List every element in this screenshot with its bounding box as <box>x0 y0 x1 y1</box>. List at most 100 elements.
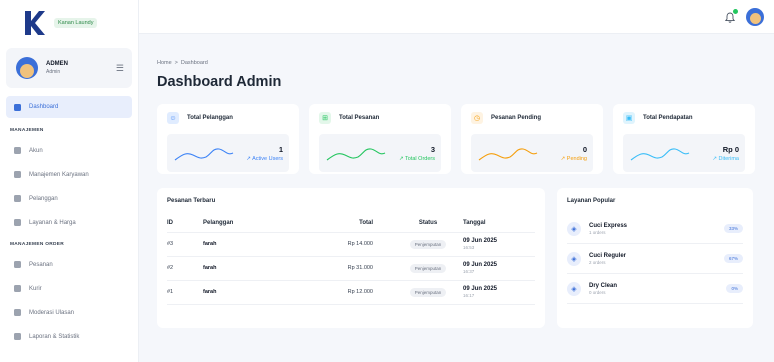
sidebar-nav: Dashboard MANAJEMEN Akun Manajemen Karya… <box>6 96 132 346</box>
order-time: 16:37 <box>463 269 475 274</box>
box-icon: ◈ <box>567 251 581 266</box>
sidebar-item-label: Dashboard <box>29 104 59 110</box>
users-icon <box>14 195 21 202</box>
sparkline <box>630 148 690 161</box>
percentage-badge: 67% <box>723 254 743 263</box>
sidebar-item-laporan[interactable]: Laporan & Statistik <box>6 327 132 346</box>
status-badge: Penjemputan <box>409 287 447 297</box>
sidebar-item-label: Pesanan <box>29 261 53 268</box>
notification-badge <box>732 7 739 15</box>
panel-title: Layanan Popular <box>567 198 616 204</box>
id-card-icon <box>14 171 21 178</box>
dashboard-icon <box>14 103 21 111</box>
stat-value: Rp 0 <box>722 144 739 154</box>
nav-section-management: MANAJEMEN <box>10 128 44 133</box>
stat-subtitle: ↗ Active Users <box>246 155 283 162</box>
order-id: #3 <box>167 232 203 257</box>
box-icon: ◈ <box>567 281 581 296</box>
sidebar-item-kurir[interactable]: Kurir <box>6 279 132 298</box>
user-icon <box>14 147 21 154</box>
stat-card-pending: ◷ Pesanan Pending 0 ↗ Pending <box>461 104 603 174</box>
order-date: 09 Jun 2025 <box>463 286 498 292</box>
menu-icon[interactable]: ☰ <box>116 63 124 74</box>
profile-avatar[interactable] <box>746 7 764 26</box>
stat-title: Total Pelanggan <box>187 115 233 121</box>
stats-row: ☺ Total Pelanggan 1 ↗ Active Users ⊞ Tot… <box>157 104 756 174</box>
table-row[interactable]: #3 farah Rp 14.000 Penjemputan 09 Jun 20… <box>167 232 535 257</box>
status-badge: Penjemputan <box>409 263 447 273</box>
clock-icon: ◷ <box>471 112 483 124</box>
breadcrumb-home[interactable]: Home <box>157 60 172 66</box>
sidebar-item-layanan[interactable]: Layanan & Harga <box>6 213 132 232</box>
bottom-panels: Pesanan Terbaru ID Pelanggan Total Statu… <box>157 188 756 328</box>
users-icon: ☺ <box>167 112 179 124</box>
notification-button[interactable] <box>724 7 739 23</box>
order-date: 09 Jun 2025 <box>463 238 498 244</box>
chart-icon <box>14 333 21 340</box>
sidebar-item-label: Pelanggan <box>29 195 58 202</box>
wallet-icon: ▣ <box>623 112 635 124</box>
order-total: Rp 14.000 <box>313 232 393 257</box>
cart-icon: ⊞ <box>319 112 331 124</box>
service-name: Cuci Express <box>589 222 628 229</box>
column-header[interactable]: ID <box>167 214 203 233</box>
brand[interactable]: Kanan Laundy <box>6 6 132 40</box>
popular-services-panel: Layanan Popular ◈ Cuci Express 1 orders … <box>557 188 753 328</box>
service-name: Dry Clean <box>589 282 618 289</box>
sparkline <box>478 148 538 161</box>
sparkline <box>326 148 386 161</box>
list-icon <box>14 261 21 268</box>
customer-name: farah <box>203 280 313 305</box>
brand-name: Kanan Laundy <box>54 18 98 28</box>
nav-section-orders: MANAJEMEN ORDER <box>10 242 65 247</box>
user-role: Admin <box>46 69 61 75</box>
sidebar-item-pesanan[interactable]: Pesanan <box>6 255 132 274</box>
column-header[interactable]: Pelanggan <box>203 214 313 233</box>
sidebar-item-label: Layanan & Harga <box>29 219 76 226</box>
table-row[interactable]: #1 farah Rp 12.000 Penjemputan 09 Jun 20… <box>167 280 535 305</box>
logo-icon <box>20 9 46 37</box>
avatar <box>16 57 38 79</box>
column-header[interactable]: Status <box>393 214 463 233</box>
status-badge: Penjemputan <box>409 239 447 249</box>
column-header[interactable]: Tanggal <box>463 214 535 233</box>
percentage-badge: 0% <box>726 284 743 293</box>
list-item[interactable]: ◈ Dry Clean 0 orders 0% <box>567 274 743 304</box>
service-name: Cuci Reguler <box>589 252 627 259</box>
column-header[interactable]: Total <box>313 214 393 233</box>
comment-icon <box>14 309 21 316</box>
panel-title: Pesanan Terbaru <box>167 198 216 204</box>
user-card[interactable]: ADMEN Admin ☰ <box>6 48 132 88</box>
order-total: Rp 12.000 <box>313 280 393 305</box>
truck-icon <box>14 285 21 292</box>
list-item[interactable]: ◈ Cuci Reguler 2 orders 67% <box>567 244 743 274</box>
list-item[interactable]: ◈ Cuci Express 1 orders 33% <box>567 214 743 244</box>
breadcrumb-separator: > <box>174 60 178 66</box>
order-total: Rp 31.000 <box>313 256 393 281</box>
sidebar-item-karyawan[interactable]: Manajemen Karyawan <box>6 165 132 184</box>
stat-card-pelanggan: ☺ Total Pelanggan 1 ↗ Active Users <box>157 104 299 174</box>
stat-title: Total Pendapatan <box>643 115 693 121</box>
sparkline <box>174 148 234 161</box>
order-date: 09 Jun 2025 <box>463 262 498 268</box>
page-title: Dashboard Admin <box>157 74 282 90</box>
recent-orders-panel: Pesanan Terbaru ID Pelanggan Total Statu… <box>157 188 545 328</box>
stat-subtitle: ↗ Total Orders <box>399 155 435 162</box>
table-row[interactable]: #2 farah Rp 31.000 Penjemputan 09 Jun 20… <box>167 256 535 281</box>
tag-icon <box>14 219 21 226</box>
user-name: ADMEN <box>46 61 68 67</box>
sidebar-item-dashboard[interactable]: Dashboard <box>6 96 132 118</box>
stat-value: 0 <box>582 144 587 154</box>
topbar <box>139 0 774 34</box>
sidebar-item-label: Manajemen Karyawan <box>29 171 89 178</box>
service-count: 0 orders <box>589 289 606 295</box>
sidebar-item-label: Kurir <box>29 285 42 292</box>
order-time: 16:53 <box>463 245 475 250</box>
app: Kanan Laundy ADMEN Admin ☰ Dashboard MAN… <box>0 0 774 362</box>
order-id: #1 <box>167 280 203 305</box>
sidebar-item-akun[interactable]: Akun <box>6 141 132 160</box>
sidebar-item-pelanggan[interactable]: Pelanggan <box>6 189 132 208</box>
orders-table: ID Pelanggan Total Status Tanggal #3 far… <box>167 214 535 305</box>
stat-value: 3 <box>430 144 435 154</box>
sidebar-item-ulasan[interactable]: Moderasi Ulasan <box>6 303 132 322</box>
